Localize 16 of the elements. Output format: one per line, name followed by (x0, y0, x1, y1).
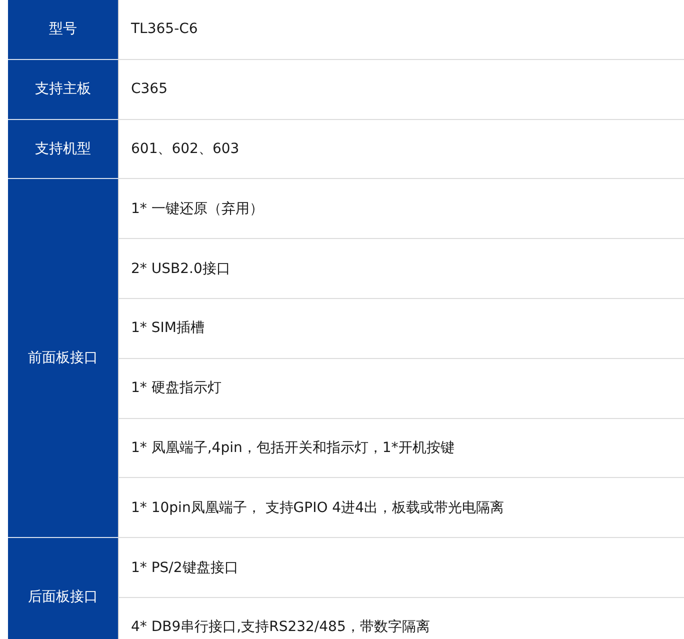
row-header: 支持主板 (8, 60, 119, 120)
row-header: 后面板接口 (8, 538, 119, 639)
row-header: 支持机型 (8, 120, 119, 180)
table-cell: 1* 一键还原（弃用） (119, 179, 684, 240)
row-header: 型号 (8, 0, 119, 60)
row-header: 前面板接口 (8, 179, 119, 538)
table-cell: 1* SIM插槽 (119, 298, 684, 359)
table-cell-text: 4* DB9串行接口,支持RS232/485，带数字隔离 (130, 618, 431, 638)
table-cell: 2* USB2.0接口 (119, 239, 684, 299)
table-cell-text: 1* 10pin凤凰端子， 支持GPIO 4进4出，板载或带光电隔离 (130, 498, 505, 518)
table-cell: 1* PS/2键盘接口 (119, 538, 684, 598)
table-cell-text: 601、602、603 (130, 140, 240, 159)
table-cell-text: TL365-C6 (130, 20, 199, 40)
table-cell: 1* 硬盘指示灯 (119, 358, 684, 419)
table-cell-text: C365 (130, 80, 168, 100)
table-cell: 1* 凤凰端子,4pin，包括开关和指示灯，1*开机按键 (119, 418, 684, 478)
